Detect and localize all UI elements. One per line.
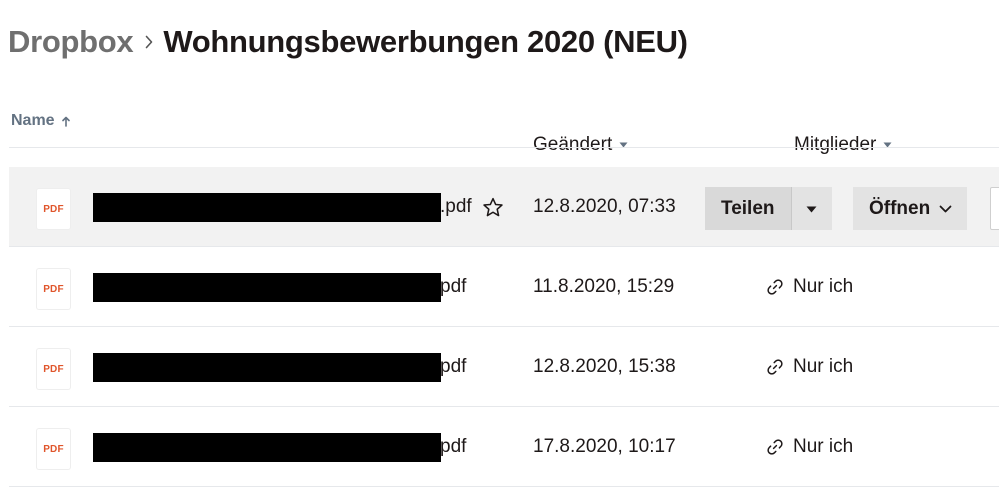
members-label: Nur ich [793,436,854,457]
share-menu-button[interactable] [791,187,832,230]
breadcrumb-root-dropbox[interactable]: Dropbox [8,24,134,60]
file-name[interactable]: pdf [93,407,466,487]
table-row[interactable]: PDF pdf 12.8.2020, 15:38 Nur ich [9,327,999,407]
page-title: Wohnungsbewerbungen 2020 (NEU) [163,24,688,59]
file-name[interactable]: pdf [93,247,466,327]
redacted-filename [93,432,441,462]
star-outline-icon[interactable] [482,197,504,218]
file-extension: pdf [440,356,467,377]
file-name[interactable]: .pdf [93,167,504,247]
share-button-group: Teilen [705,187,832,230]
redacted-filename [93,192,441,222]
share-button[interactable]: Teilen [705,187,792,230]
chevron-down-icon [939,205,952,213]
pdf-file-icon: PDF [37,349,70,389]
table-row[interactable]: PDF pdf 17.8.2020, 10:17 Nur ich [9,407,999,487]
pdf-file-icon: PDF [37,269,70,309]
more-actions-button[interactable] [990,187,999,230]
header-divider [9,147,999,148]
column-header-name[interactable]: Name [11,112,70,130]
members-cell: Nur ich [766,327,853,407]
link-icon [766,358,784,376]
pdf-file-icon: PDF [37,189,70,229]
table-row[interactable]: PDF .pdf 12.8.2020, 07:33 Teilen Öffnen [9,167,999,247]
pdf-file-icon: PDF [37,429,70,469]
redacted-filename [93,352,441,382]
column-header-members-label: Mitglieder [794,134,877,155]
members-cell: Nur ich [766,407,853,487]
file-extension: .pdf [440,196,472,217]
modified-date: 17.8.2020, 10:17 [533,436,676,457]
redacted-filename [93,272,441,302]
breadcrumb: Dropbox Wohnungsbewerbungen 2020 (NEU) [8,22,688,62]
file-name[interactable]: pdf [93,327,466,407]
members-label: Nur ich [793,276,854,297]
column-header-modified-label: Geändert [533,134,613,155]
chevron-right-icon [144,35,154,49]
arrow-up-icon [61,116,70,127]
table-header: Name Geändert Mitglieder [0,105,999,155]
caret-down-icon [806,201,817,216]
file-extension: pdf [440,436,467,457]
members-label: Nur ich [793,356,854,377]
table-row[interactable]: PDF pdf 11.8.2020, 15:29 Nur ich [9,247,999,327]
column-header-name-label: Name [11,112,55,129]
open-button-label: Öffnen [869,197,931,219]
modified-date: 12.8.2020, 15:38 [533,356,676,377]
file-list: PDF .pdf 12.8.2020, 07:33 Teilen Öffnen [9,167,999,487]
file-extension: pdf [440,276,467,297]
members-cell: Nur ich [766,247,853,327]
open-button[interactable]: Öffnen [853,187,968,230]
link-icon [766,278,784,296]
link-icon [766,438,784,456]
modified-date: 11.8.2020, 15:29 [533,276,675,297]
modified-date: 12.8.2020, 07:33 [533,196,676,217]
